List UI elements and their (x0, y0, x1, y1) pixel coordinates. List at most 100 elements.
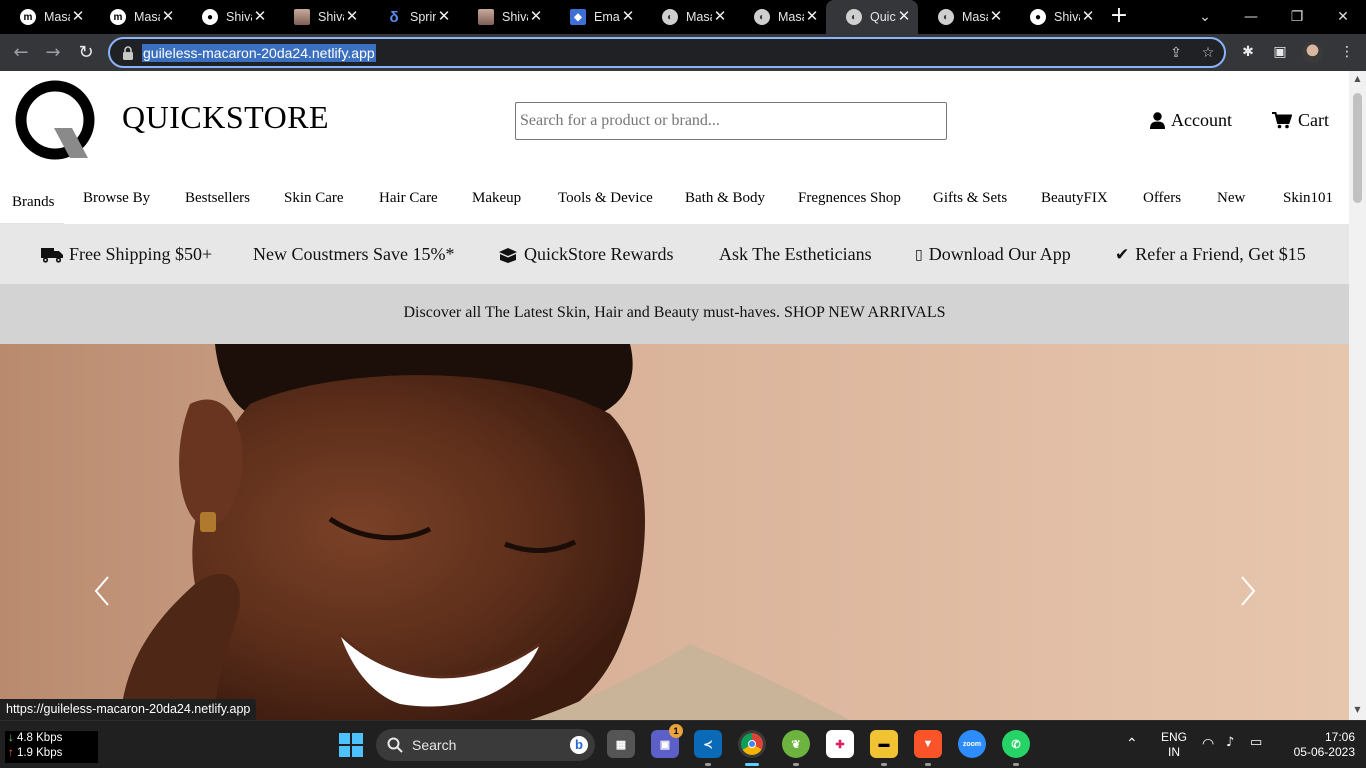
carousel-next-arrow-icon[interactable] (1238, 574, 1258, 608)
product-search-input[interactable] (515, 102, 947, 140)
menu-item-hair-care[interactable]: Hair Care (379, 190, 438, 207)
share-icon[interactable]: ⇪ (1167, 44, 1185, 62)
perk-new-customers[interactable]: New Coustmers Save 15%* (253, 244, 454, 265)
scroll-up-arrow-icon[interactable]: ▲ (1352, 74, 1363, 83)
cart-link[interactable]: Cart (1272, 110, 1329, 131)
extensions-puzzle-icon[interactable]: ✱ (1238, 42, 1258, 62)
menu-item-new[interactable]: New (1217, 190, 1245, 207)
running-indicator (793, 763, 799, 766)
windows-start-icon[interactable] (339, 733, 363, 757)
browser-tab[interactable]: δ Spring ✕ (366, 0, 458, 34)
page-scrollbar[interactable]: ▲ ▼ (1349, 71, 1366, 720)
close-icon[interactable]: ✕ (436, 9, 452, 25)
reload-icon[interactable]: ↻ (75, 42, 97, 64)
menu-item-beautyfix[interactable]: BeautyFIX (1041, 190, 1108, 207)
brand-name[interactable]: QUICKSTORE (122, 99, 329, 136)
browser-tab[interactable]: ◐ Masai ✕ (918, 0, 1010, 34)
close-icon[interactable]: ✕ (1080, 9, 1096, 25)
menu-item-brands[interactable]: Brands (12, 194, 55, 211)
announcement-text: Discover all The Latest Skin, Hair and B… (403, 304, 946, 321)
close-icon[interactable]: ✕ (896, 9, 912, 25)
chrome-icon[interactable] (738, 730, 766, 758)
whatsapp-icon[interactable]: ✆ (1002, 730, 1030, 758)
profile-avatar[interactable] (1302, 42, 1323, 63)
bookmark-star-icon[interactable]: ☆ (1199, 44, 1217, 62)
minimize-button[interactable]: — (1240, 6, 1262, 28)
menu-item-bestsellers[interactable]: Bestsellers (185, 190, 250, 207)
browser-tab[interactable]: m Masai School ✕ (0, 0, 92, 34)
clock[interactable]: 17:06 05-06-2023 (1282, 730, 1362, 760)
browser-tab[interactable]: ● Shiva ✕ (182, 0, 274, 34)
perk-free-shipping[interactable]: Free Shipping $50+ (41, 244, 212, 265)
notification-badge: 1 (669, 724, 683, 738)
link-status-bubble: https://guileless-macaron-20da24.netlify… (0, 699, 257, 720)
close-icon[interactable]: ✕ (252, 9, 268, 25)
perk-ask-estheticians[interactable]: Ask The Estheticians (719, 244, 872, 265)
menu-item-offers[interactable]: Offers (1143, 190, 1181, 207)
url-text[interactable]: guileless-macaron-20da24.netlify.app (142, 44, 376, 62)
new-tab-button[interactable]: + (1108, 5, 1130, 27)
restore-button[interactable]: ❐ (1286, 6, 1308, 28)
address-bar[interactable]: guileless-macaron-20da24.netlify.app ⇪ ☆ (108, 37, 1226, 68)
teams-icon[interactable]: ▣ 1 (651, 724, 683, 758)
browser-tab[interactable]: Shiva ✕ (274, 0, 366, 34)
volume-icon[interactable]: ♪ (1226, 735, 1234, 750)
close-icon[interactable]: ✕ (160, 9, 176, 25)
scrollbar-thumb[interactable] (1353, 93, 1362, 203)
menu-item-brands-tab[interactable]: Brands (0, 181, 64, 224)
file-explorer-icon[interactable]: ▦ (607, 730, 635, 758)
menu-item-bath-body[interactable]: Bath & Body (685, 190, 765, 207)
browser-tab[interactable]: Shiva ✕ (458, 0, 550, 34)
language-indicator[interactable]: ENG IN (1158, 730, 1190, 760)
vscode-icon[interactable]: ≺ (694, 730, 722, 758)
menu-item-gifts-sets[interactable]: Gifts & Sets (933, 190, 1007, 207)
menu-item-skin-care[interactable]: Skin Care (284, 190, 344, 207)
carousel-prev-arrow-icon[interactable] (92, 574, 112, 608)
zoom-icon[interactable]: zoom (958, 730, 986, 758)
tab-title: Email (594, 10, 620, 24)
tab-title: Shiva (502, 10, 528, 24)
spring-tool-icon[interactable]: ❦ (782, 730, 810, 758)
battery-icon[interactable]: ▭ (1250, 735, 1262, 750)
menu-item-tools-device[interactable]: Tools & Device (558, 190, 653, 207)
close-icon[interactable]: ✕ (528, 9, 544, 25)
back-arrow-icon[interactable]: ← (10, 42, 32, 64)
close-icon[interactable]: ✕ (344, 9, 360, 25)
folder-icon[interactable]: ▬ (870, 730, 898, 758)
scroll-down-arrow-icon[interactable]: ▼ (1352, 705, 1363, 714)
close-icon[interactable]: ✕ (988, 9, 1004, 25)
taskbar-search-box[interactable]: Search b (376, 729, 595, 761)
perk-download-app[interactable]: ▯ Download Our App (915, 244, 1071, 265)
browser-tab[interactable]: ◐ Masai ✕ (642, 0, 734, 34)
close-icon[interactable]: ✕ (804, 9, 820, 25)
tray-chevron-up-icon[interactable]: ⌃ (1126, 735, 1138, 752)
brave-icon[interactable]: ▼ (914, 730, 942, 758)
wifi-icon[interactable]: ◠ (1202, 736, 1214, 752)
browser-tab[interactable]: ◆ Email ✕ (550, 0, 642, 34)
masai-m-icon: m (20, 9, 36, 25)
browser-tab[interactable]: ◐ Masai ✕ (734, 0, 826, 34)
slack-icon[interactable]: ✚ (826, 730, 854, 758)
tab-search-chevron-icon[interactable]: ⌄ (1194, 6, 1216, 28)
window-close-button[interactable]: ✕ (1332, 6, 1354, 28)
menu-item-skin101[interactable]: Skin101 (1283, 190, 1333, 207)
close-icon[interactable]: ✕ (70, 9, 86, 25)
account-link[interactable]: Account (1150, 110, 1232, 131)
browser-tab[interactable]: m Masai School ✕ (90, 0, 182, 34)
menu-item-fregnences-shop[interactable]: Fregnences Shop (798, 190, 901, 207)
forward-arrow-icon[interactable]: → (42, 42, 64, 64)
chrome-menu-icon[interactable]: ⋮ (1337, 42, 1357, 62)
quickstore-logo[interactable] (14, 80, 98, 162)
webpage: QUICKSTORE Account Cart Brands Browse By… (0, 71, 1349, 720)
browser-tab[interactable]: ● Shiva ✕ (1010, 0, 1102, 34)
menu-item-browse-by[interactable]: Browse By (83, 190, 150, 207)
close-icon[interactable]: ✕ (620, 9, 636, 25)
side-panel-icon[interactable]: ▣ (1270, 42, 1290, 62)
perk-refer-friend[interactable]: ✔ Refer a Friend, Get $15 (1115, 244, 1306, 265)
announcement-bar[interactable]: Discover all The Latest Skin, Hair and B… (0, 284, 1349, 344)
browser-toolbar: ← → ↻ guileless-macaron-20da24.netlify.a… (0, 34, 1366, 71)
browser-tab-active[interactable]: ◐ QuickStore ✕ (826, 0, 918, 34)
perk-rewards[interactable]: QuickStore Rewards (498, 244, 673, 265)
menu-item-makeup[interactable]: Makeup (472, 190, 521, 207)
close-icon[interactable]: ✕ (712, 9, 728, 25)
